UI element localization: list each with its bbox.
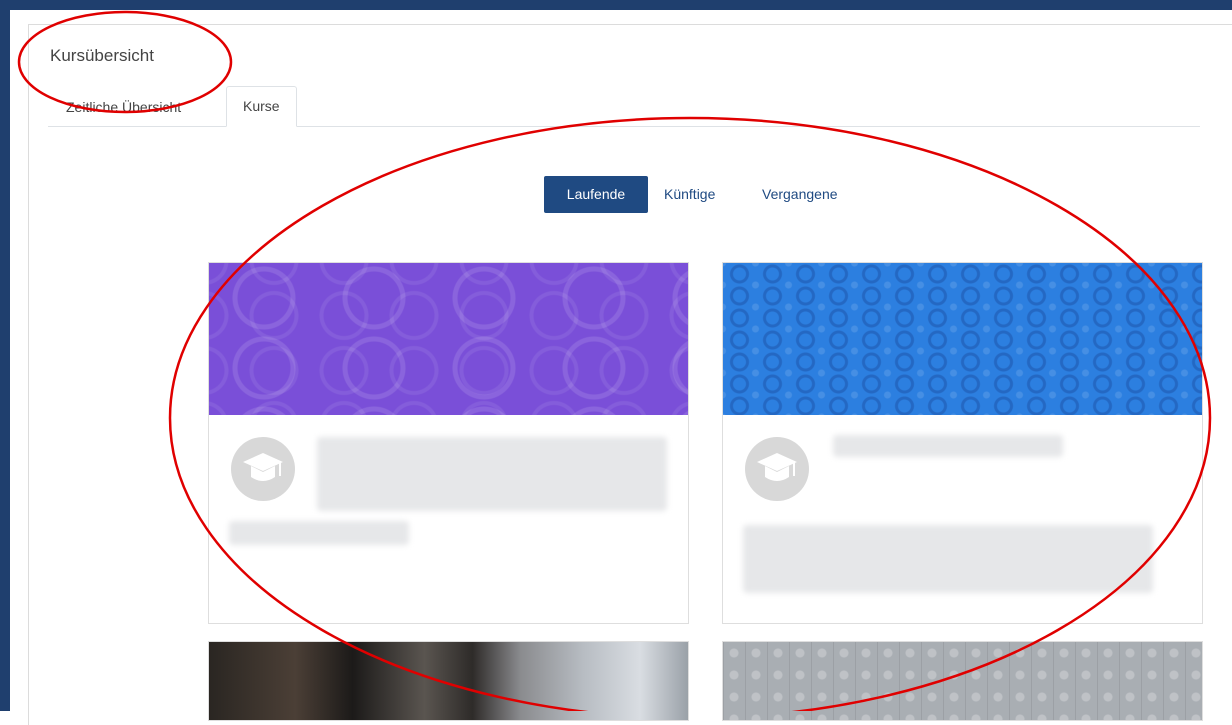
course-avatar — [231, 437, 295, 501]
tab-timeline[interactable]: Zeitliche Übersicht — [50, 88, 197, 126]
graduation-cap-icon — [757, 453, 797, 481]
course-name-redacted[interactable] — [317, 437, 667, 511]
block-title: Kursübersicht — [50, 46, 154, 65]
course-image[interactable] — [723, 642, 1202, 720]
graduation-cap-icon — [243, 453, 283, 481]
course-category-redacted — [229, 521, 409, 545]
course-card[interactable] — [722, 262, 1203, 624]
course-summary-redacted — [743, 525, 1153, 593]
filter-past-button[interactable]: Vergangene — [762, 176, 838, 213]
course-card[interactable] — [208, 641, 689, 721]
course-name-redacted[interactable] — [833, 435, 1063, 457]
course-card[interactable] — [722, 641, 1203, 721]
course-image[interactable] — [209, 263, 688, 415]
course-card[interactable] — [208, 262, 689, 624]
filter-in-progress-button[interactable]: Laufende — [544, 176, 648, 213]
filter-future-button[interactable]: Künftige — [664, 176, 715, 213]
tabs-divider — [48, 126, 1200, 127]
course-avatar — [745, 437, 809, 501]
course-image[interactable] — [723, 263, 1202, 415]
tab-courses[interactable]: Kurse — [226, 86, 297, 127]
course-image[interactable] — [209, 642, 688, 720]
